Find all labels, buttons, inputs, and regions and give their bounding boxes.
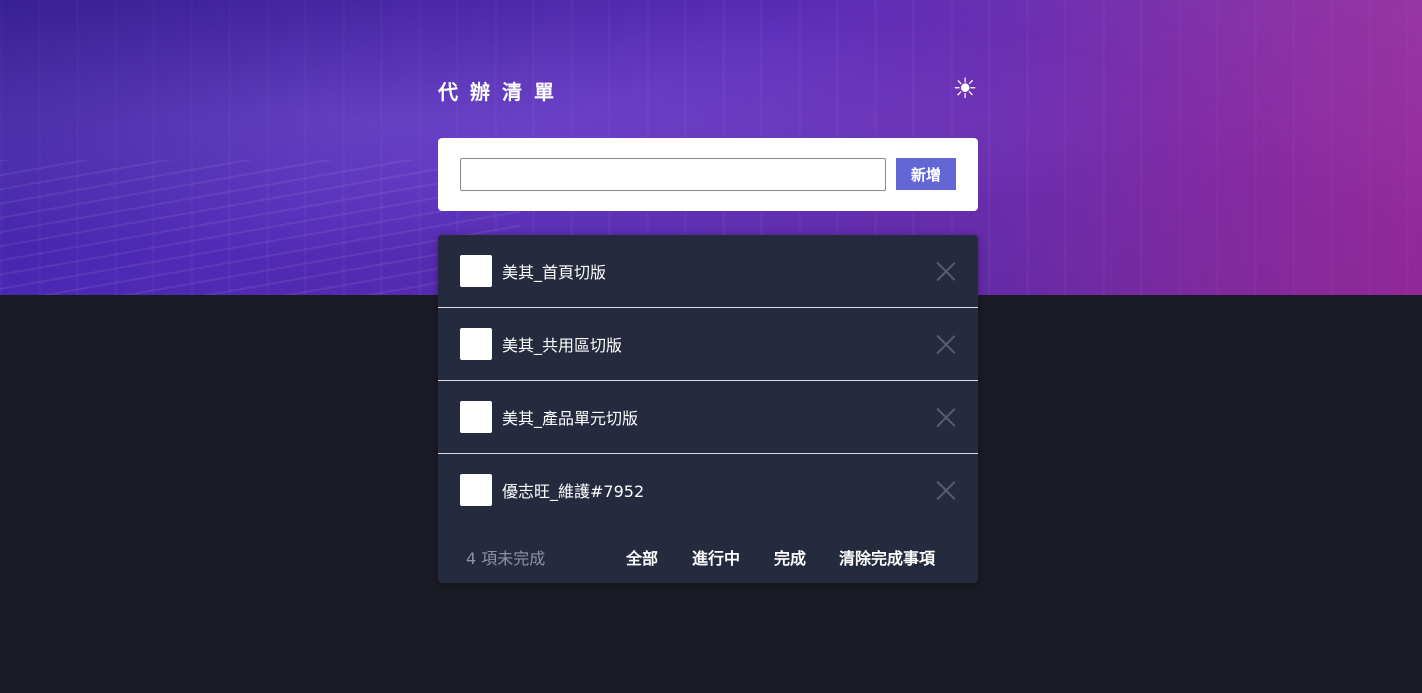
app-header: 代辦清單 ☀ [438, 74, 980, 105]
todo-item: 美其_首頁切版 [438, 235, 978, 308]
sun-icon[interactable]: ☀ [950, 74, 980, 104]
delete-icon[interactable] [936, 480, 956, 500]
filter-active[interactable]: 進行中 [692, 545, 740, 569]
todo-text: 美其_共用區切版 [502, 336, 623, 355]
filter-all[interactable]: 全部 [626, 545, 658, 569]
todo-item: 美其_產品單元切版 [438, 381, 978, 454]
todo-item: 優志旺_維護#7952 [438, 454, 978, 527]
new-todo-input[interactable] [460, 158, 886, 191]
todo-checkbox[interactable] [460, 401, 492, 433]
todo-checkbox[interactable] [460, 474, 492, 506]
todo-checkbox[interactable] [460, 255, 492, 287]
todo-checkbox[interactable] [460, 328, 492, 360]
clear-completed-button[interactable]: 清除完成事項 [839, 545, 935, 569]
todo-text: 優志旺_維護#7952 [502, 482, 645, 501]
delete-icon[interactable] [936, 407, 956, 427]
delete-icon[interactable] [936, 261, 956, 281]
todo-text: 美其_首頁切版 [502, 263, 607, 282]
todo-text: 美其_產品單元切版 [502, 409, 639, 428]
delete-icon[interactable] [936, 334, 956, 354]
remaining-count: 4 項未完成 [466, 549, 546, 568]
page-title: 代辦清單 [438, 80, 566, 104]
todo-item: 美其_共用區切版 [438, 308, 978, 381]
filter-completed[interactable]: 完成 [774, 545, 806, 569]
list-footer: 4 項未完成 全部 進行中 完成 清除完成事項 [438, 535, 978, 575]
add-todo-card: 新增 [438, 138, 978, 211]
todo-list: 美其_首頁切版 美其_共用區切版 美其_產品單元切版 優志旺_維護#7952 4… [438, 235, 978, 583]
add-button[interactable]: 新增 [896, 158, 956, 190]
